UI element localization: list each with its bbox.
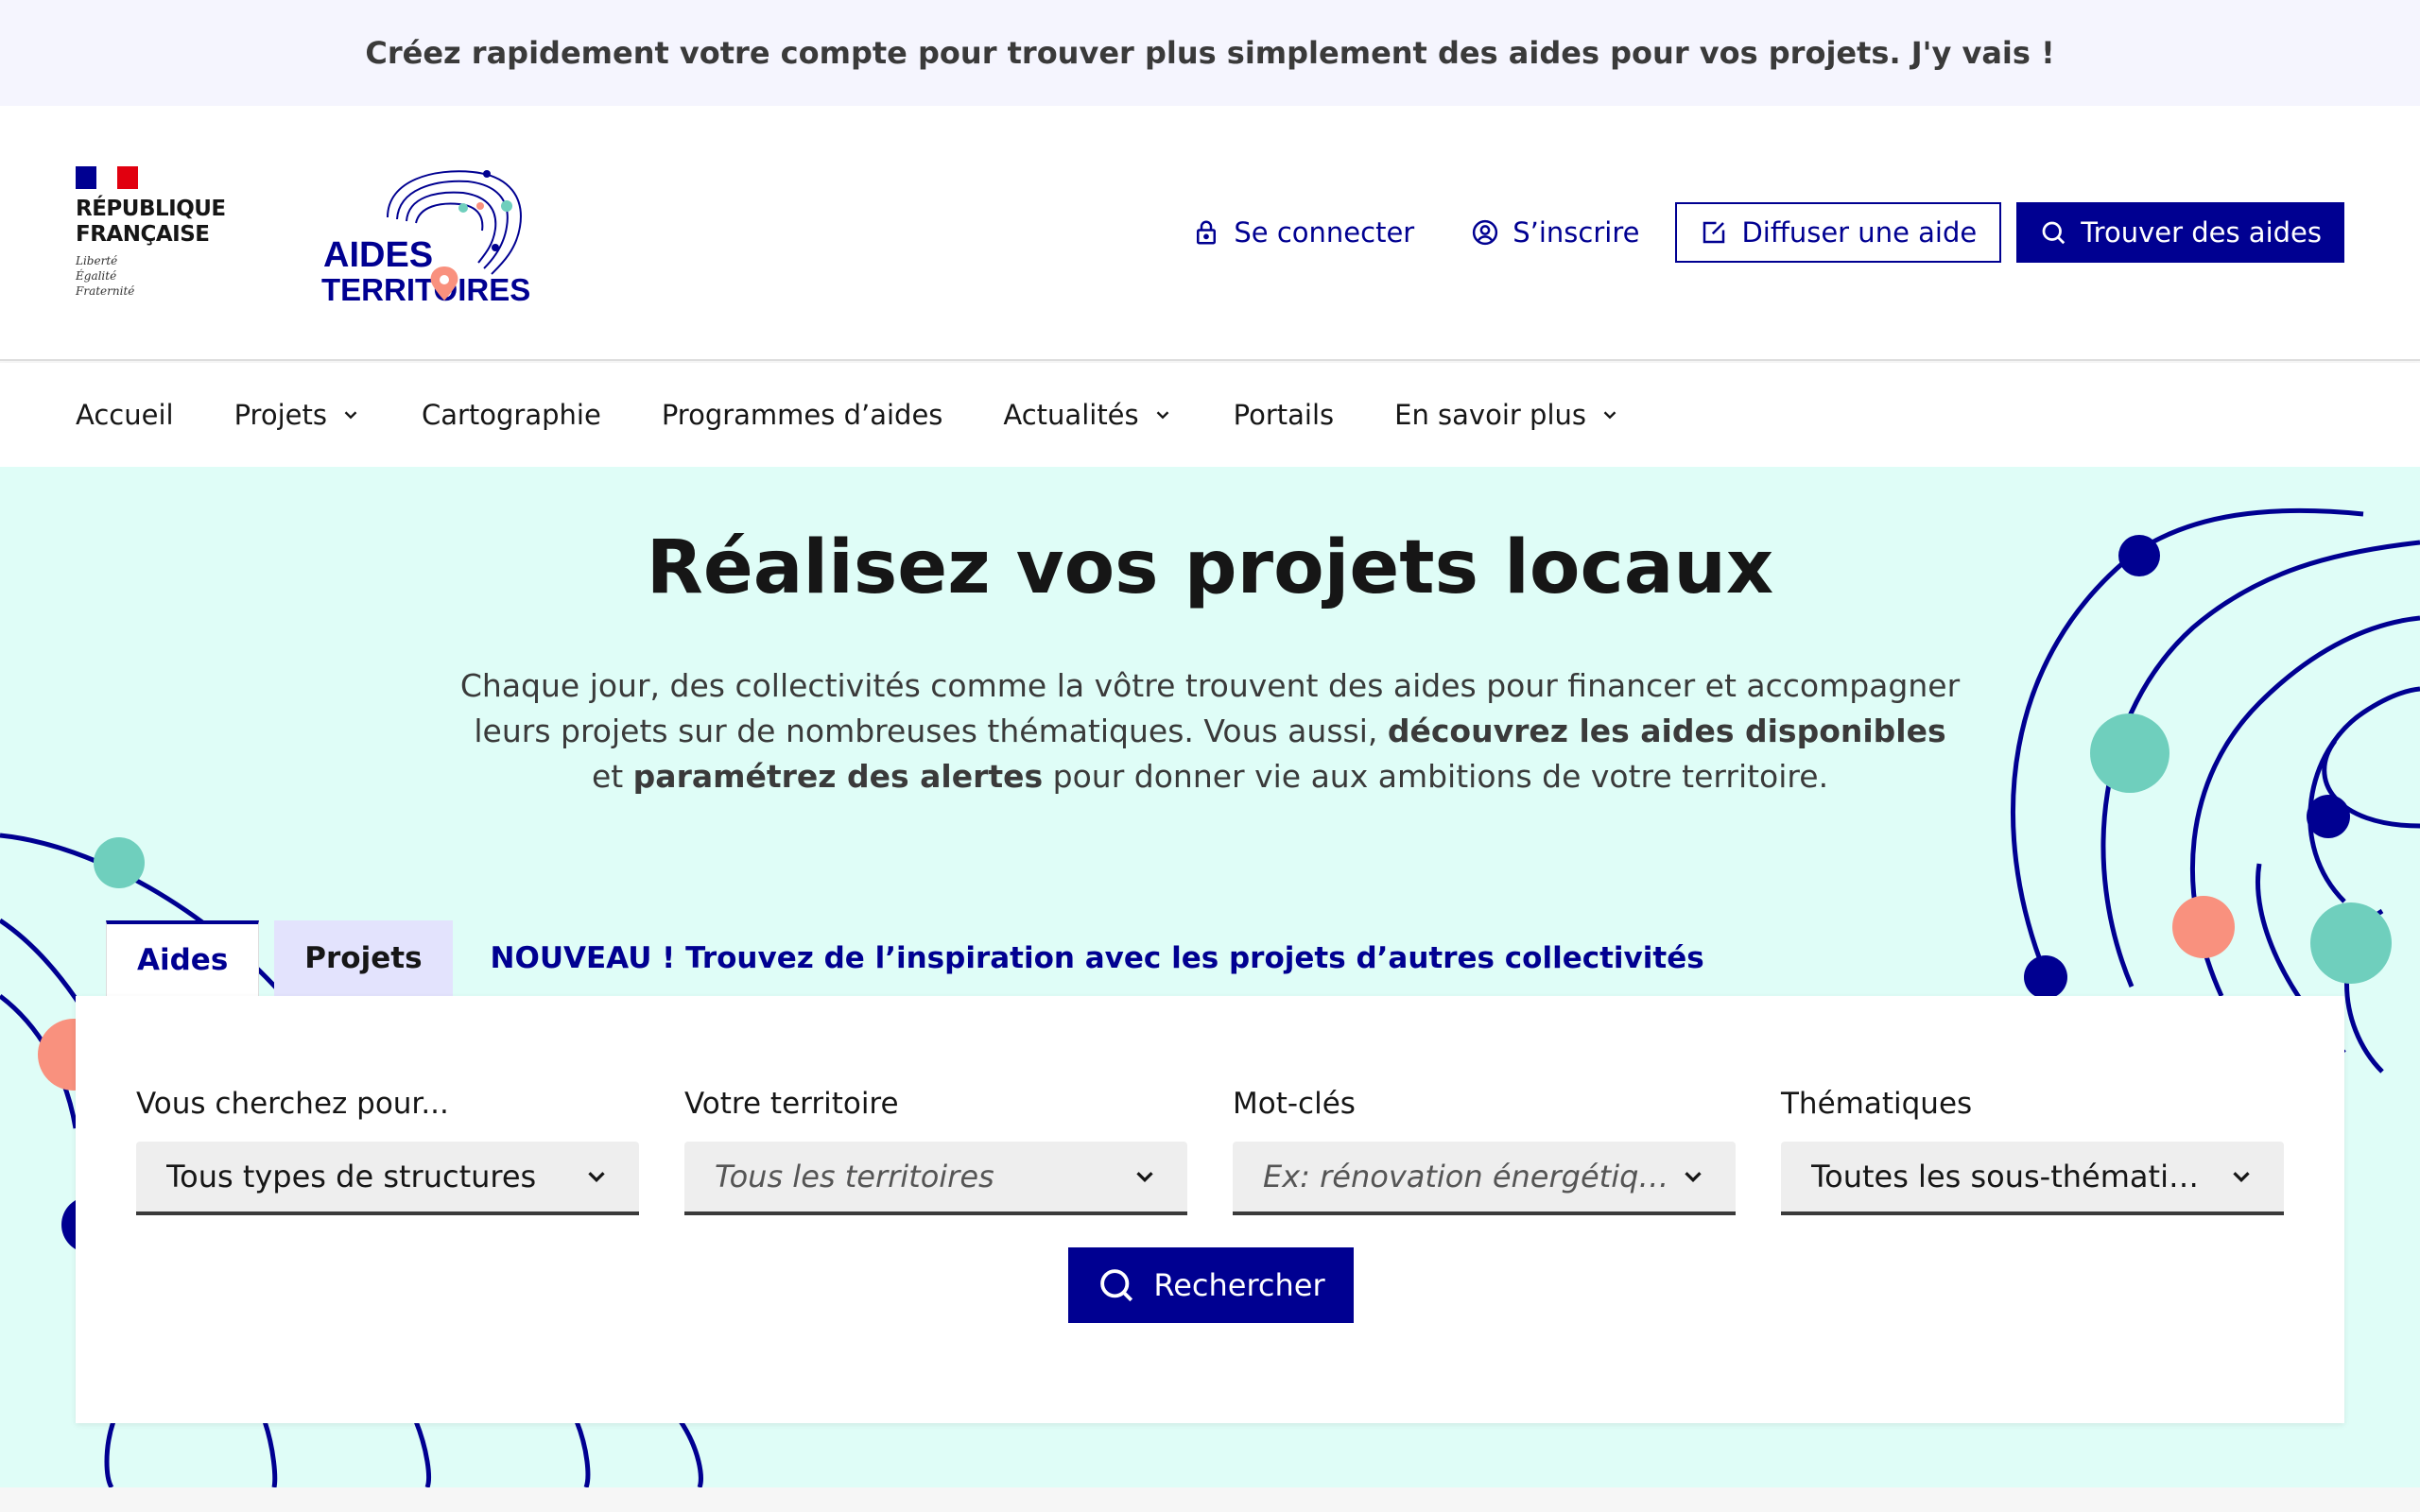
structure-value: Tous types de structures — [166, 1159, 537, 1194]
keywords-value: Ex: rénovation énergétique, vélo, tiers … — [1263, 1159, 1669, 1194]
search-button-label: Rechercher — [1153, 1267, 1325, 1303]
site-header: RÉPUBLIQUE FRANÇAISE Liberté Égalité Fra… — [0, 106, 2420, 361]
nav-item-en-savoir-plus[interactable]: En savoir plus — [1394, 399, 1620, 431]
nav-item-label: Cartographie — [421, 399, 601, 431]
nav-item-label: Programmes d’aides — [661, 399, 943, 431]
structure-select[interactable]: Tous types de structures — [136, 1142, 639, 1215]
new-projects-link[interactable]: NOUVEAU ! Trouvez de l’inspiration avec … — [491, 941, 1704, 975]
search-icon — [1100, 1269, 1133, 1302]
logo-aides-text: AIDES — [323, 235, 433, 275]
keywords-select[interactable]: Ex: rénovation énergétique, vélo, tiers … — [1233, 1142, 1736, 1215]
chevron-down-icon — [2233, 1172, 2250, 1183]
tab-projets[interactable]: Projets — [274, 920, 453, 996]
account-notice-text[interactable]: Créez rapidement votre compte pour trouv… — [365, 35, 2054, 71]
nav-item-actualites[interactable]: Actualités — [1003, 399, 1172, 431]
keywords-label: Mot-clés — [1233, 1087, 1356, 1121]
hero-desc-bold: paramétrez des alertes — [632, 758, 1044, 795]
chevron-down-icon — [588, 1172, 605, 1183]
chevron-down-icon — [1685, 1172, 1702, 1183]
nav-item-programmes[interactable]: Programmes d’aides — [662, 399, 943, 431]
keywords-field: Mot-clés Ex: rénovation énergétique, vél… — [1233, 1087, 1736, 1215]
lock-icon — [1197, 220, 1217, 245]
territory-select[interactable]: Tous les territoires — [684, 1142, 1187, 1215]
territory-label: Votre territoire — [684, 1087, 899, 1121]
search-form: Vous cherchez pour... Tous types de stru… — [76, 996, 2344, 1423]
nav-item-cartographie[interactable]: Cartographie — [422, 399, 601, 431]
account-notice-banner[interactable]: Créez rapidement votre compte pour trouv… — [0, 0, 2420, 106]
nav-item-portails[interactable]: Portails — [1234, 399, 1334, 431]
edit-icon — [1703, 221, 1725, 244]
nav-item-accueil[interactable]: Accueil — [76, 399, 174, 431]
hero-section: Réalisez vos projets locaux Chaque jour,… — [0, 467, 2420, 1487]
nav-item-label: Projets — [233, 399, 327, 431]
chevron-down-icon — [1603, 411, 1616, 420]
logo-territoires-text: TERRITOIRES — [321, 272, 530, 302]
tab-aides[interactable]: Aides — [106, 920, 260, 996]
signup-link[interactable]: S’inscrire — [1443, 202, 1668, 263]
find-aids-button[interactable]: Trouver des aides — [2016, 202, 2344, 263]
aides-territoires-logo[interactable]: AIDES TERRITOIRES — [321, 161, 539, 302]
nav-item-label: Portails — [1233, 399, 1335, 431]
hero-desc-bold: découvrez les aides disponibles — [1387, 713, 1946, 749]
nav-item-projets[interactable]: Projets — [234, 399, 361, 431]
chevron-down-icon — [1156, 411, 1168, 420]
login-label: Se connecter — [1234, 216, 1415, 249]
chevron-down-icon — [344, 411, 357, 420]
search-button[interactable]: Rechercher — [1068, 1247, 1354, 1323]
signup-label: S’inscrire — [1512, 216, 1640, 249]
territory-value: Tous les territoires — [715, 1159, 994, 1194]
publish-aid-button[interactable]: Diffuser une aide — [1675, 202, 2002, 263]
hero-title: Réalisez vos projets locaux — [646, 525, 1774, 610]
nav-item-label: Actualités — [1003, 399, 1139, 431]
find-aids-label: Trouver des aides — [2081, 216, 2322, 249]
publish-aid-label: Diffuser une aide — [1741, 216, 1978, 249]
hero-desc-part: et — [591, 758, 633, 795]
themes-field: Thématiques Toutes les sous-thématiques — [1781, 1087, 2284, 1215]
themes-label: Thématiques — [1781, 1087, 1973, 1121]
chevron-down-icon — [1136, 1172, 1153, 1183]
themes-value: Toutes les sous-thématiques — [1811, 1159, 2218, 1194]
header-actions: Se connecter S’inscrire Diffuser une aid… — [1164, 202, 2344, 263]
republique-motto: Liberté Égalité Fraternité — [76, 254, 135, 298]
themes-select[interactable]: Toutes les sous-thématiques — [1781, 1142, 2284, 1215]
structure-field: Vous cherchez pour... Tous types de stru… — [136, 1087, 639, 1215]
nav-item-label: Accueil — [76, 399, 174, 431]
marianne-flag-icon — [76, 166, 138, 189]
republique-francaise-label: RÉPUBLIQUE FRANÇAISE — [76, 197, 226, 247]
territory-field: Votre territoire Tous les territoires — [684, 1087, 1187, 1215]
search-tabs: Aides Projets NOUVEAU ! Trouvez de l’ins… — [106, 920, 1704, 996]
search-icon — [2042, 221, 2066, 245]
hero-description: Chaque jour, des collectivités comme la … — [454, 663, 1966, 799]
user-circle-icon — [1473, 219, 1498, 246]
structure-label: Vous cherchez pour... — [136, 1087, 449, 1121]
hero-desc-part: pour donner vie aux ambitions de votre t… — [1043, 758, 1829, 795]
login-link[interactable]: Se connecter — [1164, 202, 1443, 263]
nav-item-label: En savoir plus — [1394, 399, 1586, 431]
republique-francaise-logo[interactable]: RÉPUBLIQUE FRANÇAISE Liberté Égalité Fra… — [76, 166, 226, 299]
main-navigation: Accueil Projets Cartographie Programmes … — [0, 363, 2420, 467]
